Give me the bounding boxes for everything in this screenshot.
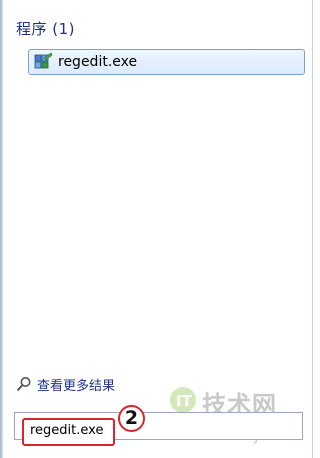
svg-text:IT: IT <box>176 392 193 410</box>
search-query-text: regedit.exe <box>30 423 104 438</box>
panel-edge <box>0 0 3 458</box>
step-annotation: 2 <box>118 405 145 432</box>
result-item-regedit[interactable]: regedit.exe <box>28 49 305 75</box>
watermark-logo-icon: IT <box>170 387 196 413</box>
step-number: 2 <box>124 407 139 429</box>
see-more-label: 查看更多结果 <box>37 379 116 394</box>
start-menu-search-results: 程序 (1) regedit.exe 查看更多结果 IT 技术网 www.itj… <box>0 0 313 458</box>
registry-editor-icon <box>34 52 53 69</box>
result-label: regedit.exe <box>58 54 138 70</box>
programs-section-header: 程序 (1) <box>16 20 76 38</box>
search-icon <box>16 377 31 392</box>
search-text-highlight[interactable]: regedit.exe <box>22 418 115 446</box>
